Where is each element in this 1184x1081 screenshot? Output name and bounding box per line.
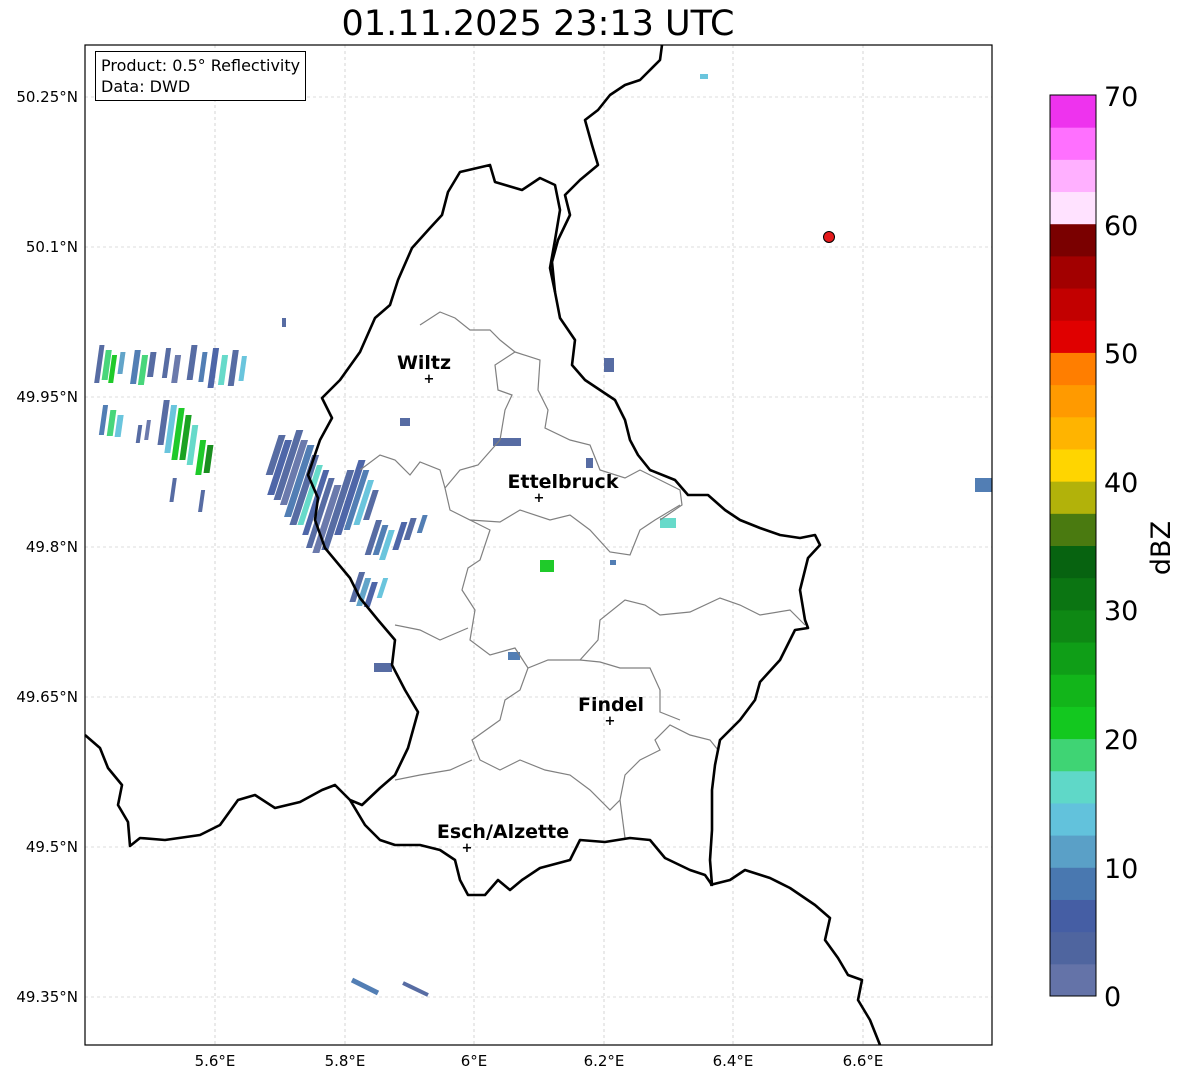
city-label: Wiltz — [397, 352, 451, 374]
echo-cell — [700, 74, 708, 79]
lat-tick-label: 49.95°N — [16, 388, 78, 406]
lat-tick-label: 49.35°N — [16, 988, 78, 1006]
lat-tick-label: 49.8°N — [26, 538, 78, 556]
colorbar — [1049, 94, 1097, 997]
lon-tick-label: 6°E — [461, 1052, 488, 1070]
colorbar-tick-label: 60 — [1104, 211, 1138, 242]
colorbar-segment — [1050, 416, 1096, 450]
echo-cell — [493, 438, 521, 446]
colorbar-segment — [1050, 931, 1096, 965]
colorbar-segment — [1050, 642, 1096, 675]
lat-tick-label: 49.5°N — [26, 838, 78, 856]
colorbar-tick-label: 20 — [1104, 725, 1138, 756]
city-label: Ettelbruck — [508, 471, 619, 493]
colorbar-segment — [1050, 384, 1096, 418]
lon-tick-label: 6.6°E — [843, 1052, 884, 1070]
colorbar-segment — [1050, 320, 1096, 353]
lat-tick-label: 50.1°N — [26, 238, 78, 256]
echo-cell — [604, 358, 614, 372]
colorbar-segment — [1050, 545, 1096, 579]
product-info-box: Product: 0.5° Reflectivity Data: DWD — [95, 51, 307, 101]
colorbar-segment — [1050, 159, 1096, 193]
colorbar-segment — [1050, 448, 1096, 482]
colorbar-segment — [1050, 513, 1096, 546]
latitude-labels: 50.25°N 50.1°N 49.95°N 49.8°N 49.65°N 49… — [16, 88, 78, 1006]
colorbar-segment — [1050, 288, 1096, 321]
city-marker-icon: + — [534, 491, 545, 506]
city-marker-icon: + — [462, 841, 473, 856]
echo-cell — [610, 560, 616, 565]
colorbar-segment — [1050, 191, 1096, 225]
city-label: Findel — [578, 694, 644, 716]
lon-tick-label: 6.4°E — [713, 1052, 754, 1070]
map-frame — [85, 45, 992, 1045]
colorbar-segment — [1050, 95, 1096, 128]
colorbar-segment — [1050, 577, 1096, 611]
echo-cell — [540, 560, 554, 572]
echo-cell — [374, 663, 392, 672]
data-source-label: Data: DWD — [101, 77, 191, 96]
colorbar-tick-label: 30 — [1104, 596, 1138, 627]
colorbar-segment — [1050, 770, 1096, 804]
colorbar-segment — [1050, 674, 1096, 707]
colorbar-segment — [1050, 802, 1096, 836]
colorbar-segment — [1050, 255, 1096, 289]
colorbar-tick-label: 50 — [1104, 339, 1138, 370]
colorbar-tick-label: 10 — [1104, 854, 1138, 885]
colorbar-unit-label: dBZ — [1146, 521, 1177, 575]
echo-cell — [400, 418, 410, 426]
colorbar-segment — [1050, 835, 1096, 868]
radar-map: 50.25°N 50.1°N 49.95°N 49.8°N 49.65°N 49… — [16, 44, 1177, 1070]
product-label: Product: 0.5° Reflectivity — [101, 56, 301, 75]
colorbar-tick-label: 0 — [1104, 982, 1121, 1013]
echo-cell — [975, 478, 992, 492]
colorbar-segment — [1050, 963, 1096, 997]
colorbar-segment — [1050, 738, 1096, 772]
colorbar-tick-label: 40 — [1104, 468, 1138, 499]
colorbar-segment — [1050, 352, 1096, 386]
city-marker-icon: + — [424, 372, 435, 387]
colorbar-segment — [1050, 899, 1096, 933]
city-marker-icon: + — [605, 714, 616, 729]
colorbar-segment — [1050, 609, 1096, 643]
lon-tick-label: 5.8°E — [325, 1052, 366, 1070]
echo-cell — [660, 518, 676, 528]
lat-tick-label: 49.65°N — [16, 688, 78, 706]
colorbar-ticks: 70 60 50 40 30 20 10 0 — [1104, 82, 1138, 1013]
colorbar-segment — [1050, 223, 1096, 257]
colorbar-tick-label: 70 — [1104, 82, 1138, 113]
lat-tick-label: 50.25°N — [16, 88, 78, 106]
echo-cell — [586, 458, 593, 468]
colorbar-segment — [1050, 481, 1096, 514]
colorbar-segment — [1050, 127, 1096, 160]
echo-cell — [282, 318, 286, 327]
colorbar-segment — [1050, 706, 1096, 740]
lon-tick-label: 5.6°E — [195, 1052, 236, 1070]
city-label: Esch/Alzette — [437, 821, 569, 843]
colorbar-segment — [1050, 867, 1096, 900]
lon-tick-label: 6.2°E — [584, 1052, 625, 1070]
radar-site-marker — [823, 231, 835, 243]
longitude-labels: 5.6°E 5.8°E 6°E 6.2°E 6.4°E 6.6°E — [195, 1052, 884, 1070]
